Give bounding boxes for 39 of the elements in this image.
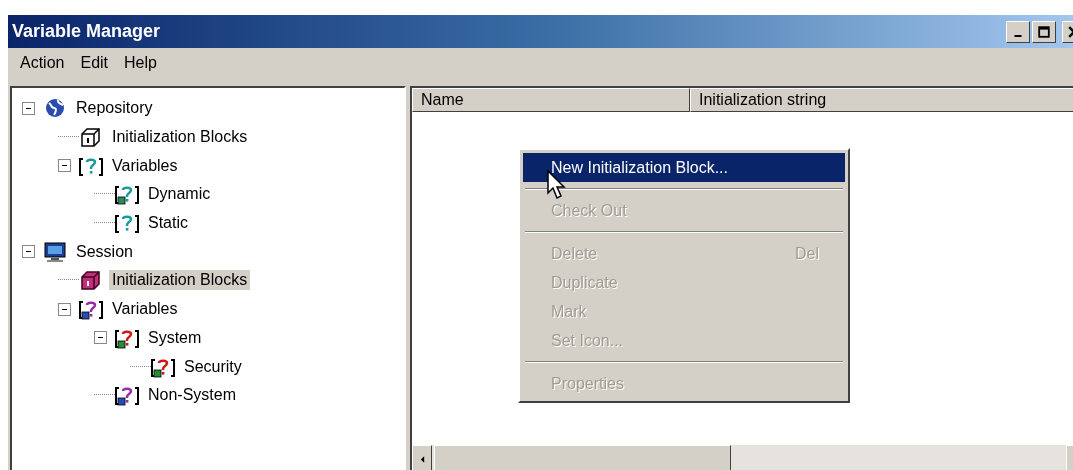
column-header[interactable]: Initialization string [690, 88, 1073, 112]
globe-icon [43, 97, 67, 120]
menu-item[interactable]: Action [12, 52, 73, 74]
collapse-icon[interactable] [22, 245, 35, 259]
tree-item[interactable]: Dynamic [145, 184, 214, 205]
column-header[interactable]: Name [412, 88, 690, 112]
menu-item[interactable]: Edit [72, 52, 117, 74]
computer-icon [43, 240, 67, 263]
variable-icon [115, 212, 139, 235]
context-menu-item[interactable]: New Initialization Block... [523, 153, 845, 182]
maximize-icon [1038, 25, 1050, 38]
minimize-icon [1014, 34, 1022, 37]
scroll-left-button[interactable] [412, 445, 432, 470]
variable-icon [115, 384, 139, 407]
tree-item[interactable]: Security [181, 356, 245, 377]
tree-item[interactable]: Variables [109, 299, 181, 320]
minimize-button[interactable] [1006, 20, 1030, 43]
collapse-icon[interactable] [58, 302, 71, 316]
tree-item[interactable]: Non-System [145, 385, 240, 406]
collapse-icon[interactable] [94, 331, 107, 345]
tree-item[interactable]: Initialization Blocks [109, 127, 251, 148]
horizontal-scrollbar[interactable] [412, 445, 1073, 470]
collapse-icon[interactable] [58, 159, 71, 173]
tree-item[interactable]: Session [73, 241, 136, 262]
window-title: Variable Manager [12, 21, 162, 42]
variable-icon [79, 298, 103, 321]
tree-item[interactable]: Variables [109, 155, 181, 176]
scrollbar-thumb[interactable] [434, 445, 731, 470]
menu-item[interactable]: Help [116, 52, 165, 74]
tree-item[interactable]: Initialization Blocks [109, 270, 251, 291]
variable-icon [115, 183, 139, 206]
tree-item[interactable]: Repository [73, 98, 156, 119]
tree-item[interactable]: System [145, 327, 205, 348]
left-arrow-icon [419, 454, 425, 464]
collapse-icon[interactable] [22, 101, 35, 115]
cube-icon [79, 269, 103, 292]
maximize-button[interactable] [1032, 20, 1056, 43]
tree-item[interactable]: Static [145, 213, 191, 234]
cube-icon [79, 126, 103, 149]
